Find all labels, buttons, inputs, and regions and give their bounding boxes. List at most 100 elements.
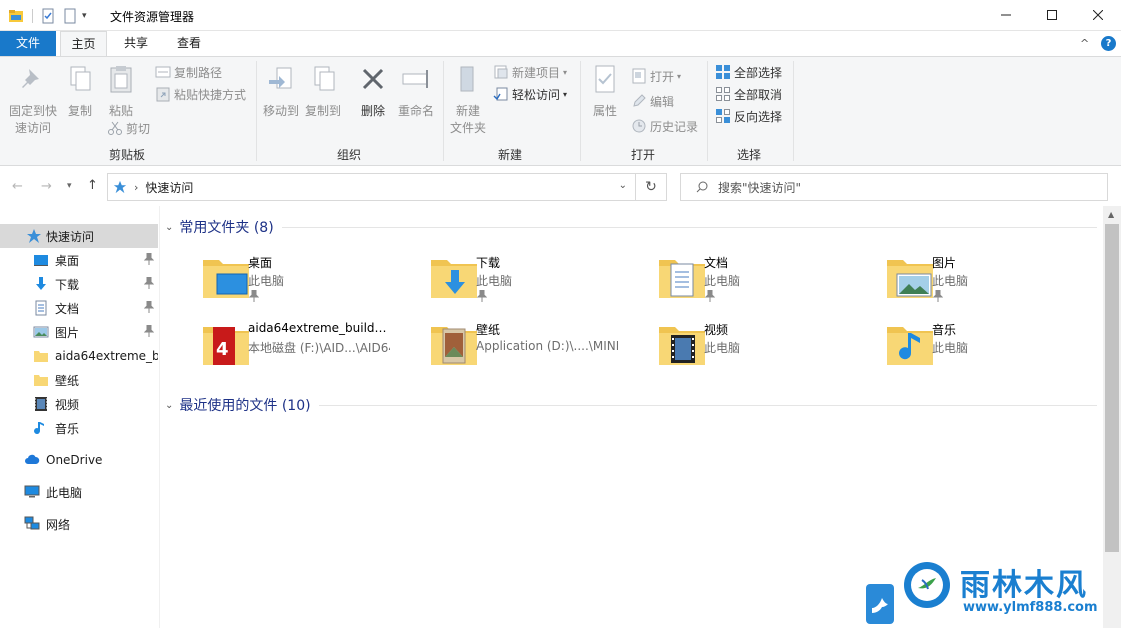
- search-icon: [696, 181, 708, 193]
- back-arrow-icon[interactable]: ←: [12, 179, 23, 194]
- invert-selection-button[interactable]: 反向选择: [715, 106, 782, 126]
- nav-quick-access-label: 快速访问: [46, 229, 95, 244]
- nav-item-label: 图片: [55, 325, 80, 340]
- folder-tile-documents[interactable]: 文档 此电脑: [617, 252, 841, 312]
- easy-access-button[interactable]: 轻松访问 ▾: [493, 84, 567, 104]
- new-folder-button[interactable]: 新建 文件夹: [448, 63, 488, 137]
- folder-tile-music[interactable]: 音乐 此电脑: [845, 319, 1069, 379]
- address-bar[interactable]: › 快速访问 ⌄: [107, 173, 636, 201]
- collapse-chevron-icon[interactable]: ⌄: [165, 222, 173, 233]
- history-button[interactable]: 历史记录: [631, 116, 698, 136]
- ribbon-separator: [707, 61, 708, 161]
- folder-location: 此电脑: [704, 341, 741, 355]
- properties-quick-icon[interactable]: [40, 8, 56, 24]
- copy-path-button[interactable]: 复制路径: [155, 62, 222, 82]
- nav-item-downloads[interactable]: 下载: [0, 272, 158, 296]
- folder-name: 下载: [476, 256, 501, 270]
- scroll-up-icon[interactable]: ▲: [1108, 210, 1114, 219]
- copy-to-label: 复制到: [304, 104, 341, 118]
- nav-item-aida64[interactable]: aida64extreme_bu: [0, 344, 158, 368]
- folder-location: 此电脑: [476, 274, 513, 288]
- folder-tile-aida64[interactable]: 4 aida64extreme_build_5... 本地磁盘 (F:)\AID…: [161, 319, 390, 379]
- nav-network[interactable]: 网络: [0, 512, 158, 536]
- paste-shortcut-button[interactable]: 粘贴快捷方式: [155, 84, 246, 104]
- folder-location: 此电脑: [248, 274, 285, 288]
- edit-icon: [633, 94, 646, 107]
- tab-share[interactable]: 共享: [112, 31, 160, 56]
- address-dropdown-icon[interactable]: ⌄: [619, 180, 627, 191]
- recent-files-header[interactable]: ⌄ 最近使用的文件 (10): [165, 394, 1097, 416]
- help-icon[interactable]: ?: [1101, 36, 1116, 51]
- tab-home[interactable]: 主页: [60, 31, 107, 57]
- folder-location: 此电脑: [704, 274, 741, 288]
- paste-button[interactable]: 粘贴: [103, 63, 139, 120]
- folder-tile-pictures[interactable]: 图片 此电脑: [845, 252, 1069, 312]
- open-button[interactable]: 打开 ▾: [631, 66, 681, 86]
- clipboard-icon: [110, 66, 132, 93]
- nav-quick-access[interactable]: 快速访问: [0, 224, 158, 248]
- properties-label: 属性: [592, 104, 617, 118]
- nav-item-desktop[interactable]: 桌面: [0, 248, 158, 272]
- paste-shortcut-icon: [156, 87, 170, 102]
- folder-icon: [34, 375, 48, 386]
- nav-item-documents[interactable]: 文档: [0, 296, 158, 320]
- customize-dropdown-icon[interactable]: ▾: [82, 11, 87, 21]
- cut-button[interactable]: 剪切: [107, 118, 150, 138]
- folder-tile-videos[interactable]: 视频 此电脑: [617, 319, 841, 379]
- maximize-button[interactable]: [1029, 0, 1075, 30]
- documents-folder-icon: [659, 260, 705, 298]
- nav-item-music[interactable]: 音乐: [0, 416, 158, 440]
- scrollbar-thumb[interactable]: [1105, 224, 1119, 552]
- pin-quick-access-button[interactable]: 固定到快 速访问: [6, 63, 60, 137]
- copy-to-button[interactable]: 复制到: [303, 63, 343, 120]
- svg-text:4: 4: [216, 339, 229, 360]
- folder-name: aida64extreme_build_5...: [248, 321, 390, 335]
- folder-tile-wallpaper[interactable]: 壁纸 Application (D:)\....\MINE: [389, 319, 618, 379]
- folder-tile-downloads[interactable]: 下载 此电脑: [389, 252, 613, 312]
- network-icon: [24, 516, 40, 530]
- tab-file[interactable]: 文件: [0, 31, 56, 56]
- delete-button[interactable]: 删除: [356, 63, 390, 120]
- breadcrumb-chevron-icon[interactable]: ›: [134, 181, 138, 194]
- search-input[interactable]: 搜索"快速访问": [718, 179, 801, 196]
- nav-onedrive[interactable]: OneDrive: [0, 448, 158, 472]
- folder-icon: [34, 351, 48, 362]
- folder-tile-desktop[interactable]: 桌面 此电脑: [161, 252, 385, 312]
- new-item-button[interactable]: 新建项目 ▾: [493, 62, 567, 82]
- select-none-label: 全部取消: [734, 87, 783, 102]
- forward-arrow-icon[interactable]: →: [41, 179, 52, 194]
- recent-locations-icon[interactable]: ▾: [67, 181, 72, 191]
- nav-onedrive-label: OneDrive: [46, 453, 103, 467]
- rename-label: 重命名: [397, 104, 434, 118]
- up-arrow-icon[interactable]: ↑: [87, 178, 98, 193]
- frequent-folders-header[interactable]: ⌄ 常用文件夹 (8): [165, 216, 1097, 238]
- rename-button[interactable]: 重命名: [396, 63, 436, 120]
- move-to-button[interactable]: 移动到: [262, 63, 300, 120]
- select-none-button[interactable]: 全部取消: [715, 84, 782, 104]
- copy-button[interactable]: 复制: [63, 63, 97, 120]
- refresh-button[interactable]: ↻: [636, 173, 667, 201]
- edit-button[interactable]: 编辑: [631, 91, 674, 111]
- copy-to-icon: [314, 66, 335, 91]
- watermark: 雨林木风 www.ylmf888.com: [866, 558, 1121, 628]
- nav-this-pc[interactable]: 此电脑: [0, 480, 158, 504]
- collapse-chevron-icon[interactable]: ⌄: [165, 400, 173, 411]
- window-title: 文件资源管理器: [110, 10, 195, 24]
- properties-button[interactable]: 属性: [588, 63, 622, 120]
- folder-location: 此电脑: [932, 274, 969, 288]
- nav-item-wallpaper[interactable]: 壁纸: [0, 368, 158, 392]
- select-all-button[interactable]: 全部选择: [715, 62, 782, 82]
- collapse-ribbon-icon[interactable]: ^: [1080, 37, 1089, 50]
- address-path[interactable]: 快速访问: [145, 179, 193, 196]
- search-box[interactable]: 搜索"快速访问": [680, 173, 1108, 201]
- nav-item-videos[interactable]: 视频: [0, 392, 158, 416]
- computer-icon: [24, 485, 40, 498]
- nav-item-pictures[interactable]: 图片: [0, 320, 158, 344]
- tab-view[interactable]: 查看: [165, 31, 213, 56]
- select-group-label: 选择: [737, 148, 762, 162]
- new-folder-quick-icon[interactable]: [62, 8, 78, 24]
- minimize-button[interactable]: [983, 0, 1029, 30]
- rename-icon: [402, 70, 428, 88]
- folder-location: 此电脑: [932, 341, 969, 355]
- close-button[interactable]: [1075, 0, 1121, 30]
